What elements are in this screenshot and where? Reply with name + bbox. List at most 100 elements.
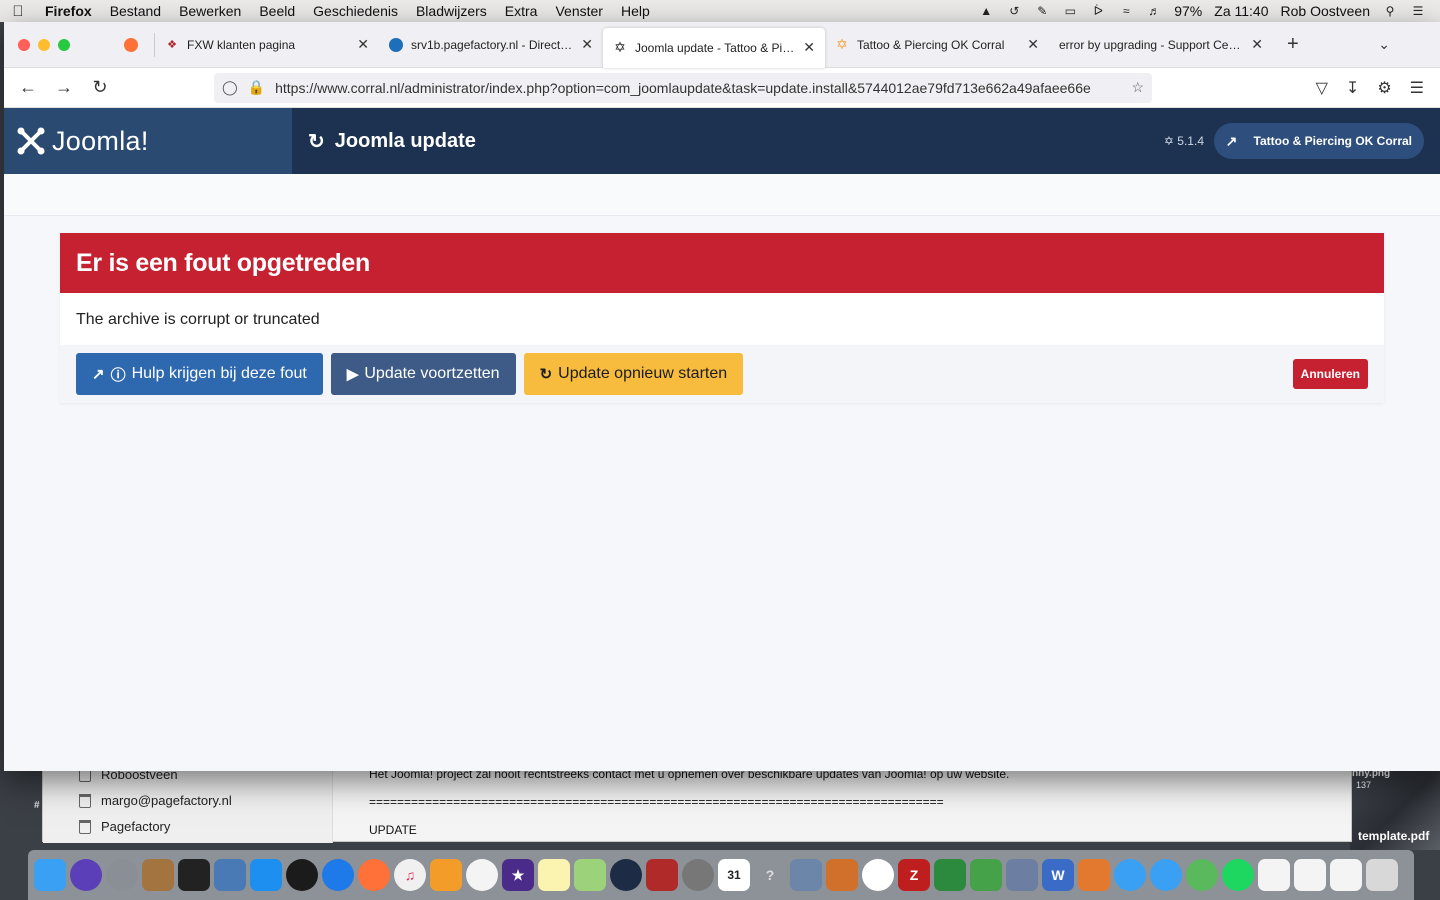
url-text[interactable]: https://www.corral.nl/administrator/inde…	[275, 80, 1121, 96]
chrome-icon[interactable]	[862, 859, 894, 891]
zoom-window-button[interactable]	[58, 38, 70, 51]
document-icon[interactable]	[1330, 859, 1362, 891]
pages-icon[interactable]	[1078, 859, 1110, 891]
word-icon[interactable]: W	[1042, 859, 1074, 891]
firefox-dock-icon[interactable]	[358, 859, 390, 891]
joomla-logo[interactable]: Joomla!	[4, 108, 292, 174]
mail-account[interactable]: margo@pagefactory.nl	[79, 793, 232, 808]
menu-firefox[interactable]: Firefox	[36, 3, 101, 19]
close-tab-icon[interactable]: ✕	[803, 39, 815, 56]
help-button[interactable]: ↗ ⓘ Hulp krijgen bij deze fout	[76, 353, 323, 395]
reload-button[interactable]: ↻	[82, 77, 118, 98]
imovie-icon[interactable]: ★	[502, 859, 534, 891]
mail-account[interactable]: Pagefactory	[79, 819, 170, 834]
cancel-button[interactable]: Annuleren	[1292, 359, 1368, 389]
redo-icon: ↻	[539, 366, 553, 383]
tracking-shield-icon[interactable]: ◯	[222, 79, 238, 96]
menu-bestand[interactable]: Bestand	[101, 3, 170, 19]
new-tab-button[interactable]: +	[1273, 33, 1313, 56]
url-bar[interactable]: ◯ 🔒 https://www.corral.nl/administrator/…	[214, 72, 1152, 103]
quicktime-icon[interactable]	[610, 859, 642, 891]
system-preferences-icon[interactable]	[682, 859, 714, 891]
close-tab-icon[interactable]: ✕	[581, 36, 593, 53]
clock[interactable]: Za 11:40	[1214, 3, 1268, 19]
menu-venster[interactable]: Venster	[546, 3, 611, 19]
extensions-icon[interactable]: ⚙	[1377, 78, 1391, 98]
close-tab-icon[interactable]: ✕	[1027, 36, 1039, 53]
books-icon[interactable]	[430, 859, 462, 891]
firefox-view-tab[interactable]	[114, 22, 154, 68]
desktop-file-pdf[interactable]: template.pdf	[1358, 829, 1429, 843]
mission-control-icon[interactable]	[178, 859, 210, 891]
numbers-icon[interactable]	[934, 859, 966, 891]
back-button[interactable]: ←	[10, 77, 46, 98]
menu-bewerken[interactable]: Bewerken	[170, 3, 250, 19]
script-editor-icon[interactable]	[1006, 859, 1038, 891]
menu-extra[interactable]: Extra	[496, 3, 547, 19]
airplay-icon[interactable]: ▭	[1062, 4, 1078, 18]
mail-icon[interactable]	[214, 859, 246, 891]
app-store-icon[interactable]	[250, 859, 282, 891]
document-icon[interactable]	[1258, 859, 1290, 891]
photos-icon[interactable]	[466, 859, 498, 891]
close-tab-icon[interactable]: ✕	[1251, 36, 1263, 53]
view-site-button[interactable]: ↗ Tattoo & Piercing OK Corral	[1213, 123, 1424, 159]
photo-booth-icon[interactable]	[646, 859, 678, 891]
battery-percent[interactable]: 97%	[1174, 3, 1202, 19]
tab-site[interactable]: ✡ Tattoo & Piercing OK Corral ✕	[825, 22, 1049, 68]
joomla-logo-text: Joomla!	[52, 125, 149, 156]
menu-geschiedenis[interactable]: Geschiedenis	[304, 3, 407, 19]
network-icon[interactable]	[1114, 859, 1146, 891]
tab-joomla-update[interactable]: ✡ Joomla update - Tattoo & Piercing ✕	[603, 27, 825, 68]
bluetooth-icon[interactable]: ᐆ	[1090, 4, 1106, 18]
launchpad-icon[interactable]	[106, 859, 138, 891]
coda-icon[interactable]	[1186, 859, 1218, 891]
maps-icon[interactable]	[574, 859, 606, 891]
menu-beeld[interactable]: Beeld	[250, 3, 304, 19]
menu-help[interactable]: Help	[612, 3, 659, 19]
tab-directadmin[interactable]: srv1b.pagefactory.nl - DirectAdmin ✕	[379, 22, 603, 68]
document-icon[interactable]	[1294, 859, 1326, 891]
notes-app-icon[interactable]	[142, 859, 174, 891]
notes-icon[interactable]	[538, 859, 570, 891]
lock-icon[interactable]: 🔒	[248, 79, 265, 96]
preview-icon[interactable]	[790, 859, 822, 891]
downloads-icon[interactable]: ↧	[1346, 78, 1359, 98]
shield-icon[interactable]: ▲	[978, 4, 994, 18]
siri-icon[interactable]	[70, 859, 102, 891]
restart-update-button[interactable]: ↻ Update opnieuw starten	[523, 353, 744, 395]
trash-dock-icon[interactable]	[1366, 859, 1398, 891]
close-window-button[interactable]	[18, 38, 30, 51]
keynote-icon[interactable]	[826, 859, 858, 891]
close-tab-icon[interactable]: ✕	[357, 36, 369, 53]
tab-list-chevron-icon[interactable]: ⌄	[1378, 36, 1390, 53]
bookmark-star-icon[interactable]: ☆	[1131, 79, 1144, 96]
menu-bladwijzers[interactable]: Bladwijzers	[407, 3, 496, 19]
music-icon[interactable]: ♫	[394, 859, 426, 891]
filezilla-icon[interactable]: Z	[898, 859, 930, 891]
volume-icon[interactable]: ♬	[1146, 4, 1162, 18]
tab-fxw[interactable]: ❖ FXW klanten pagina ✕	[155, 22, 379, 68]
help-icon[interactable]: ?	[754, 859, 786, 891]
wifi-icon[interactable]: ≈	[1118, 4, 1134, 18]
safari-icon[interactable]	[322, 859, 354, 891]
network-icon[interactable]	[1150, 859, 1182, 891]
pen-icon[interactable]: ✎	[1034, 4, 1050, 18]
dashboard-icon[interactable]	[286, 859, 318, 891]
tab-support[interactable]: error by upgrading - Support Centre ✕	[1049, 22, 1273, 68]
app-menu-icon[interactable]: ☰	[1410, 78, 1424, 98]
sourcetree-icon[interactable]	[970, 859, 1002, 891]
spotify-icon[interactable]	[1222, 859, 1254, 891]
spotlight-search-icon[interactable]: ⚲	[1382, 4, 1398, 18]
calendar-icon[interactable]: 31	[718, 859, 750, 891]
finder-icon[interactable]	[34, 859, 66, 891]
time-machine-icon[interactable]: ↺	[1006, 4, 1022, 18]
forward-button[interactable]: →	[46, 77, 82, 98]
pocket-icon[interactable]: ▽	[1316, 78, 1328, 98]
trash-icon	[79, 819, 91, 834]
apple-icon[interactable]: 	[0, 3, 36, 20]
continue-update-button[interactable]: ▶ Update voortzetten	[330, 353, 516, 395]
user-name[interactable]: Rob Oostveen	[1281, 3, 1371, 19]
minimize-window-button[interactable]	[38, 38, 50, 51]
notification-center-icon[interactable]: ☰	[1410, 4, 1426, 18]
